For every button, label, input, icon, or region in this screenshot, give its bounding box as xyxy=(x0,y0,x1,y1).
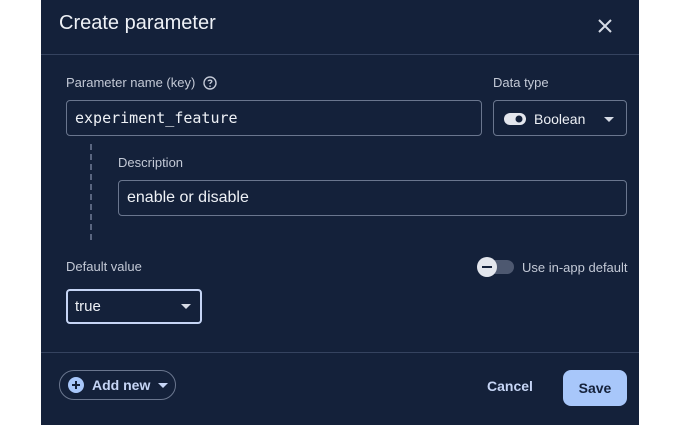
dialog-header: Create parameter xyxy=(41,0,639,55)
parameter-name-label: Parameter name (key) xyxy=(66,75,196,90)
toggle-knob[interactable] xyxy=(477,257,497,277)
toggle-icon xyxy=(504,113,526,125)
default-value-label: Default value xyxy=(66,259,142,274)
chevron-down-icon xyxy=(158,383,168,388)
parameter-name-input[interactable] xyxy=(67,101,481,135)
description-label: Description xyxy=(118,155,184,170)
default-value-select[interactable]: true xyxy=(66,289,202,324)
add-new-button[interactable]: Add new xyxy=(59,370,176,400)
description-connector xyxy=(90,144,92,240)
chevron-down-icon xyxy=(604,117,614,122)
data-type-label: Data type xyxy=(493,75,549,90)
close-icon xyxy=(598,19,612,33)
add-new-label: Add new xyxy=(92,377,151,393)
chevron-down-icon xyxy=(181,304,191,309)
description-input[interactable] xyxy=(119,181,626,215)
add-circle-icon xyxy=(68,377,84,393)
parameter-name-field[interactable] xyxy=(66,100,482,136)
dialog-title: Create parameter xyxy=(59,12,216,34)
data-type-value: Boolean xyxy=(534,111,586,127)
footer-divider xyxy=(41,352,639,353)
description-field[interactable] xyxy=(118,180,627,216)
default-value-selected: true xyxy=(75,298,101,315)
create-parameter-dialog: Create parameter Parameter name (key) Da… xyxy=(41,0,639,425)
use-in-app-default-label: Use in-app default xyxy=(522,260,628,275)
close-button[interactable] xyxy=(593,14,617,38)
save-button[interactable]: Save xyxy=(563,370,627,406)
question-mark-icon xyxy=(203,76,217,90)
help-icon[interactable] xyxy=(203,76,217,90)
cancel-button[interactable]: Cancel xyxy=(487,378,533,394)
data-type-select[interactable]: Boolean xyxy=(493,100,627,136)
